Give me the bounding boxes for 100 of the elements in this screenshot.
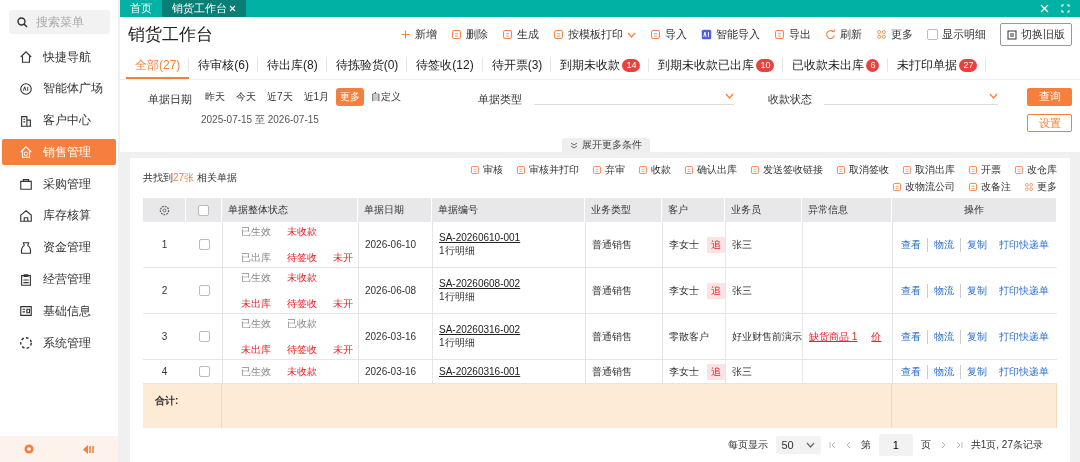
toolbar-button[interactable]: 导出 — [774, 27, 811, 43]
row-action-link[interactable]: 物流 — [928, 283, 961, 298]
building-icon — [19, 113, 33, 128]
first-page-icon[interactable] — [828, 441, 837, 449]
close-icon[interactable] — [1040, 4, 1049, 13]
toolbar-button[interactable]: 新增 — [400, 27, 437, 43]
collapse-icon[interactable] — [81, 443, 95, 455]
row-action-link[interactable]: 打印快递单 — [993, 283, 1055, 298]
order-link[interactable]: SA-20260608-002 — [439, 277, 521, 289]
sidebar-item[interactable]: 资金管理 — [2, 234, 116, 261]
row-action-link[interactable]: 复制 — [961, 329, 993, 344]
toolbar-button[interactable]: 删除 — [451, 27, 488, 43]
tag: 追 — [707, 236, 725, 253]
document-icon — [1014, 164, 1024, 175]
action-button[interactable]: 审核并打印 — [516, 162, 579, 177]
status-text: 未开 — [333, 342, 354, 357]
row-action-link[interactable]: 物流 — [928, 329, 961, 344]
checkbox[interactable] — [198, 285, 210, 296]
switch-version-button[interactable]: 切换旧版 — [1000, 23, 1072, 47]
sidebar-item[interactable]: 采购管理 — [2, 171, 116, 198]
page-input[interactable]: 1 — [878, 434, 913, 456]
last-page-icon[interactable] — [954, 441, 963, 449]
row-action-link[interactable]: 打印快递单 — [993, 364, 1055, 379]
toolbar-button[interactable]: 刷新 — [825, 27, 862, 43]
table-cell: 李女士 — [669, 283, 699, 298]
status-text: 已生效 — [241, 270, 272, 285]
exception-link[interactable]: 价 — [871, 329, 882, 344]
action-button[interactable]: 确认出库 — [684, 162, 737, 177]
id-card-icon — [19, 304, 33, 319]
count-badge: 10 — [756, 58, 775, 72]
status-text: 已出库 — [241, 250, 272, 265]
page-size-select[interactable]: 50 — [775, 436, 821, 454]
checkbox[interactable] — [198, 204, 209, 216]
action-button[interactable]: 弃审 — [592, 162, 625, 177]
clipboard-icon — [19, 272, 33, 287]
toolbar-button[interactable]: 智能导入 — [701, 27, 760, 43]
action-button[interactable]: 发送签收链接 — [750, 162, 823, 177]
order-link[interactable]: SA-20260316-001 — [439, 366, 521, 377]
action-button[interactable]: 开票 — [968, 162, 1001, 177]
toolbar-button[interactable]: 按模板打印 — [553, 27, 636, 43]
count-badge: 6 — [866, 58, 880, 72]
action-button[interactable]: 收款 — [638, 162, 671, 177]
sidebar-item[interactable]: 基础信息 — [2, 298, 116, 325]
row-action-link[interactable]: 打印快递单 — [993, 237, 1055, 252]
sidebar-item[interactable]: 系统管理 — [2, 330, 116, 357]
status-text: 已生效 — [241, 364, 272, 379]
row-action-link[interactable]: 复制 — [961, 283, 993, 298]
status-text: 待签收 — [287, 250, 318, 265]
action-button[interactable]: 取消签收 — [836, 162, 889, 177]
checkbox[interactable] — [927, 29, 938, 41]
action-button[interactable]: 改物流公司 — [892, 179, 955, 194]
row-action-link[interactable]: 物流 — [928, 237, 961, 252]
previous-page-icon[interactable] — [844, 441, 853, 449]
row-action-link[interactable]: 查看 — [895, 364, 928, 379]
row-action-link[interactable]: 打印快递单 — [993, 329, 1055, 344]
column-header: 单据编号 — [432, 198, 585, 222]
row-action-link[interactable]: 查看 — [895, 237, 928, 252]
fullscreen-icon[interactable] — [1061, 4, 1070, 13]
status-text: 待签收 — [287, 296, 318, 311]
row-action-link[interactable]: 物流 — [928, 364, 961, 379]
sidebar-item[interactable]: 快捷导航 — [2, 44, 116, 70]
checkbox[interactable] — [198, 239, 210, 250]
sidebar-item[interactable]: 库存核算 — [2, 203, 116, 229]
checkbox[interactable] — [198, 366, 210, 377]
sidebar-item[interactable]: 经营管理 — [2, 266, 116, 293]
expand-toggle[interactable]: 展开更多条件 — [562, 138, 650, 152]
status-text: 已生效 — [241, 316, 272, 331]
result-count: 共找到27张 相关单据 — [143, 171, 237, 185]
sidebar-item[interactable]: 客户中心 — [2, 107, 116, 134]
action-button[interactable]: 改仓库 — [1014, 162, 1057, 177]
action-button[interactable]: 更多 — [1024, 179, 1057, 194]
row-action-link[interactable]: 查看 — [895, 283, 928, 298]
action-button[interactable]: 取消出库 — [902, 162, 955, 177]
status-text: 待签收 — [287, 342, 318, 357]
document-icon — [968, 181, 978, 192]
row-action-link[interactable]: 复制 — [961, 364, 993, 379]
settings-icon[interactable] — [158, 204, 170, 216]
page-tab[interactable]: 销货工作台 — [162, 0, 246, 18]
exception-link[interactable]: 缺货商品 1 — [809, 329, 858, 344]
toolbar-button[interactable]: 生成 — [502, 27, 539, 43]
house-icon — [19, 145, 33, 160]
toolbar-button[interactable]: 导入 — [650, 27, 687, 43]
field-label: 收款状态 — [768, 91, 812, 107]
row-action-link[interactable]: 查看 — [895, 329, 928, 344]
pagination-label: 第 — [860, 438, 871, 452]
toolbar-button[interactable]: 更多 — [876, 27, 913, 43]
action-button[interactable]: 审核 — [470, 162, 503, 177]
action-button[interactable]: 改备注 — [968, 179, 1011, 194]
table-cell: 2026-06-08 — [365, 285, 417, 296]
row-action-link[interactable]: 复制 — [961, 237, 993, 252]
table-cell: 张三 — [732, 283, 752, 298]
sidebar-item[interactable]: 智能体广场 — [2, 75, 116, 102]
settings-icon[interactable] — [23, 443, 36, 455]
search-field[interactable]: 搜索菜单 — [9, 10, 110, 34]
order-link[interactable]: SA-20260316-002 — [439, 323, 521, 335]
close-icon[interactable] — [229, 5, 236, 12]
chevron-down-icon — [805, 442, 815, 448]
order-link[interactable]: SA-20260610-001 — [439, 231, 521, 243]
checkbox[interactable] — [198, 331, 210, 342]
table-cell: 普通销售 — [592, 329, 632, 344]
